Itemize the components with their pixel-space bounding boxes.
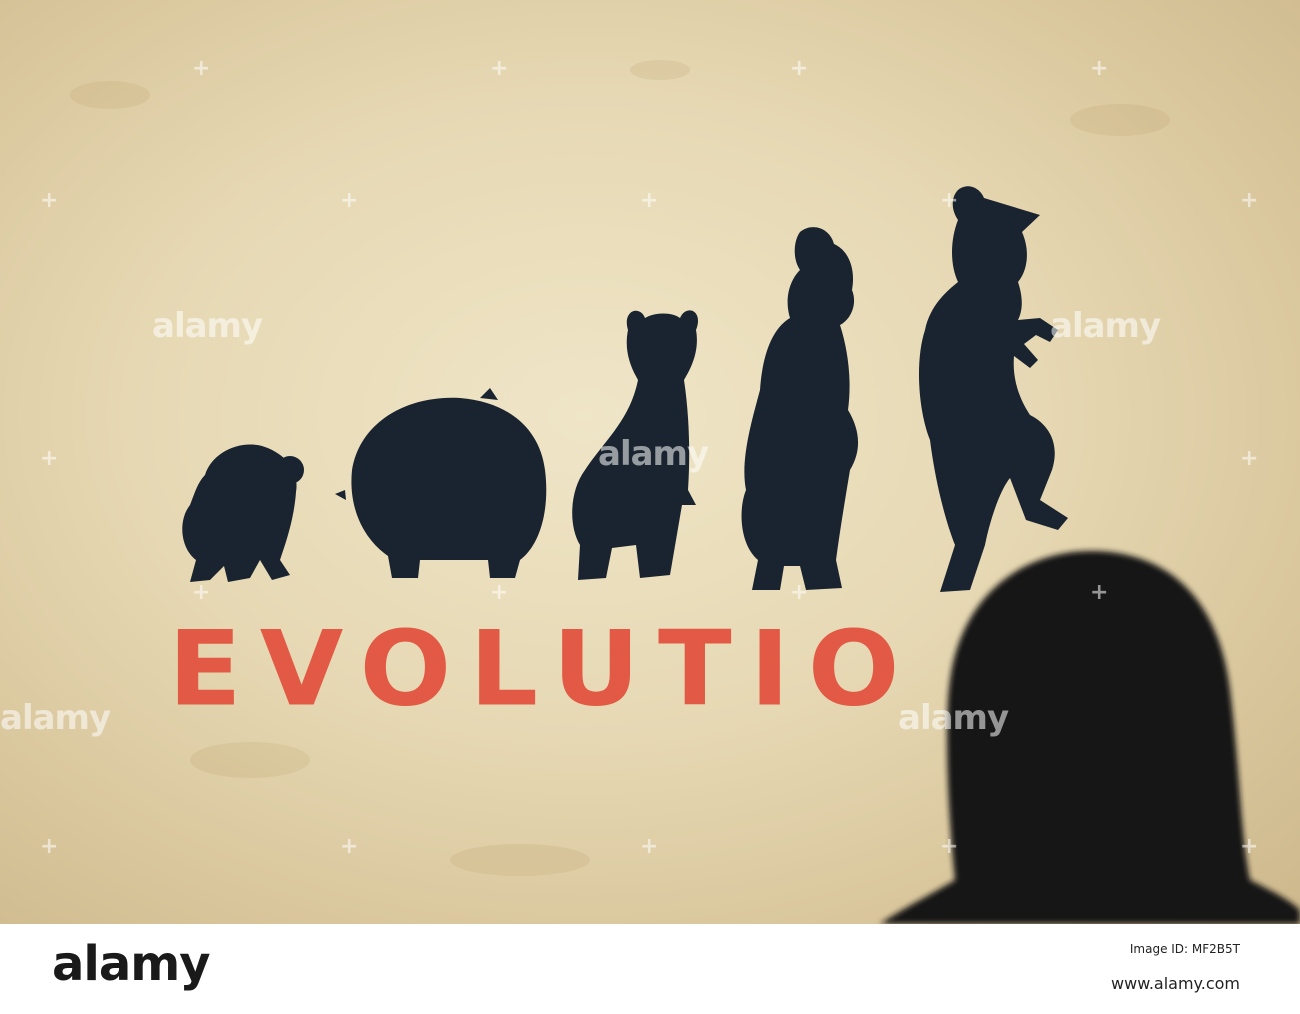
watermark-cross-icon: + [1240,446,1259,471]
stock-photo-page: EVOLUTIO alamy alamy alamy alamy alamy +… [0,0,1300,1014]
watermark-text: alamy [0,698,111,738]
watermark-cross-icon: + [790,56,809,81]
watermark-cross-icon: + [640,834,659,859]
watermark-text: alamy [598,434,709,474]
cloaked-man-silhouette [741,227,859,590]
watermark-cross-icon: + [1090,580,1109,605]
watermark-cross-icon: + [940,834,959,859]
watermark-cross-icon: + [490,580,509,605]
website-link[interactable]: www.alamy.com [1111,974,1240,993]
watermark-cross-icon: + [640,188,659,213]
watermark-cross-icon: + [192,580,211,605]
watermark-cross-icon: + [1090,56,1109,81]
watermark-text: alamy [898,698,1009,738]
brand-logo: alamy [52,936,211,992]
watermark-cross-icon: + [790,580,809,605]
watermark-cross-icon: + [1240,188,1259,213]
watermark-cross-icon: + [40,446,59,471]
dancing-man-silhouette [918,186,1068,592]
watermark-cross-icon: + [40,834,59,859]
ape-silhouette [182,444,304,582]
image-id-label: Image ID: MF2B5T [1129,942,1240,956]
watermark-text: alamy [152,306,263,346]
watermark-cross-icon: + [340,834,359,859]
evolution-painted-word: EVOLUTIO [168,609,918,730]
silhouettes [182,186,1068,592]
photo: EVOLUTIO alamy alamy alamy alamy alamy +… [0,0,1300,924]
watermark-cross-icon: + [1240,834,1259,859]
watermark-text: alamy [1050,306,1161,346]
bear-silhouette [335,388,547,578]
watermark-cross-icon: + [192,56,211,81]
watermark-cross-icon: + [940,188,959,213]
watermark-cross-icon: + [340,188,359,213]
stock-footer-bar: alamy Image ID: MF2B5T www.alamy.com [0,924,1300,1014]
watermark-cross-icon: + [40,188,59,213]
watermark-cross-icon: + [490,56,509,81]
